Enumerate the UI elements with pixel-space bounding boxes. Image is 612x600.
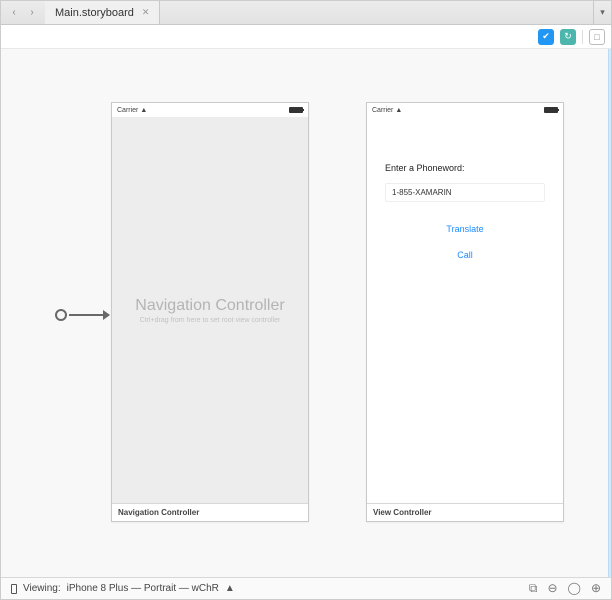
wifi-icon: ▲ [395,107,402,114]
phoneword-prompt-label: Enter a Phoneword: [385,163,545,173]
navigation-controller-title: Navigation Controller [135,297,284,315]
device-status-bar: Carrier ▲ [112,103,308,117]
wifi-icon: ▲ [140,107,147,114]
carrier-label: Carrier [117,107,138,114]
tab-bar: ‹ › Main.storyboard ✕ ▾ [1,1,611,25]
right-panel-edge[interactable] [608,49,611,577]
viewing-device: iPhone 8 Plus — Portrait — wChR [67,583,219,594]
constraints-mode-button[interactable]: ✔ [538,29,554,45]
zoom-in-button[interactable]: ⊕ [591,581,601,596]
call-button[interactable]: Call [385,250,545,260]
entry-point-dot[interactable] [55,309,67,321]
zoom-out-button[interactable]: ⊖ [547,581,557,596]
designer-status-bar: Viewing: iPhone 8 Plus — Portrait — wChR… [1,577,611,599]
zoom-fit-button[interactable]: ⧉ [529,581,538,596]
storyboard-canvas[interactable]: Carrier ▲ Navigation Controller Ctrl+dra… [1,49,611,577]
ide-window: ‹ › Main.storyboard ✕ ▾ ✔ ↻ □ Carrier ▲ [0,0,612,600]
layout-view-button[interactable]: □ [589,29,605,45]
scene-footer-label: Navigation Controller [112,503,308,521]
frames-mode-button[interactable]: ↻ [560,29,576,45]
entry-point-arrow [69,314,109,316]
close-tab-icon[interactable]: ✕ [142,7,150,18]
carrier-label: Carrier [372,107,393,114]
navigation-controller-scene[interactable]: Carrier ▲ Navigation Controller Ctrl+dra… [111,102,309,522]
tab-title: Main.storyboard [55,7,134,19]
device-icon [11,584,17,594]
view-controller-body: Enter a Phoneword: 1-855-XAMARIN Transla… [367,117,563,503]
zoom-controls: ⧉ ⊖ ◯ ⊕ [529,581,601,596]
translate-button[interactable]: Translate [385,224,545,234]
zoom-reset-button[interactable]: ◯ [568,581,581,596]
history-nav: ‹ › [1,1,45,24]
battery-icon [289,107,303,113]
tab-overflow-button[interactable]: ▾ [593,1,611,24]
phoneword-text-field[interactable]: 1-855-XAMARIN [385,183,545,202]
view-controller-scene[interactable]: Carrier ▲ Enter a Phoneword: 1-855-XAMAR… [366,102,564,522]
navigation-controller-hint: Ctrl+drag from here to set root view con… [140,317,281,324]
designer-toolbar: ✔ ↻ □ [1,25,611,49]
back-button[interactable]: ‹ [7,6,21,20]
viewing-prefix: Viewing: [23,583,61,594]
forward-button[interactable]: › [25,6,39,20]
device-status-bar: Carrier ▲ [367,103,563,117]
scene-footer-label: View Controller [367,503,563,521]
warning-icon[interactable]: ▲ [225,583,235,594]
battery-icon [544,107,558,113]
document-tab[interactable]: Main.storyboard ✕ [45,1,160,24]
navigation-controller-body: Navigation Controller Ctrl+drag from her… [112,117,308,503]
